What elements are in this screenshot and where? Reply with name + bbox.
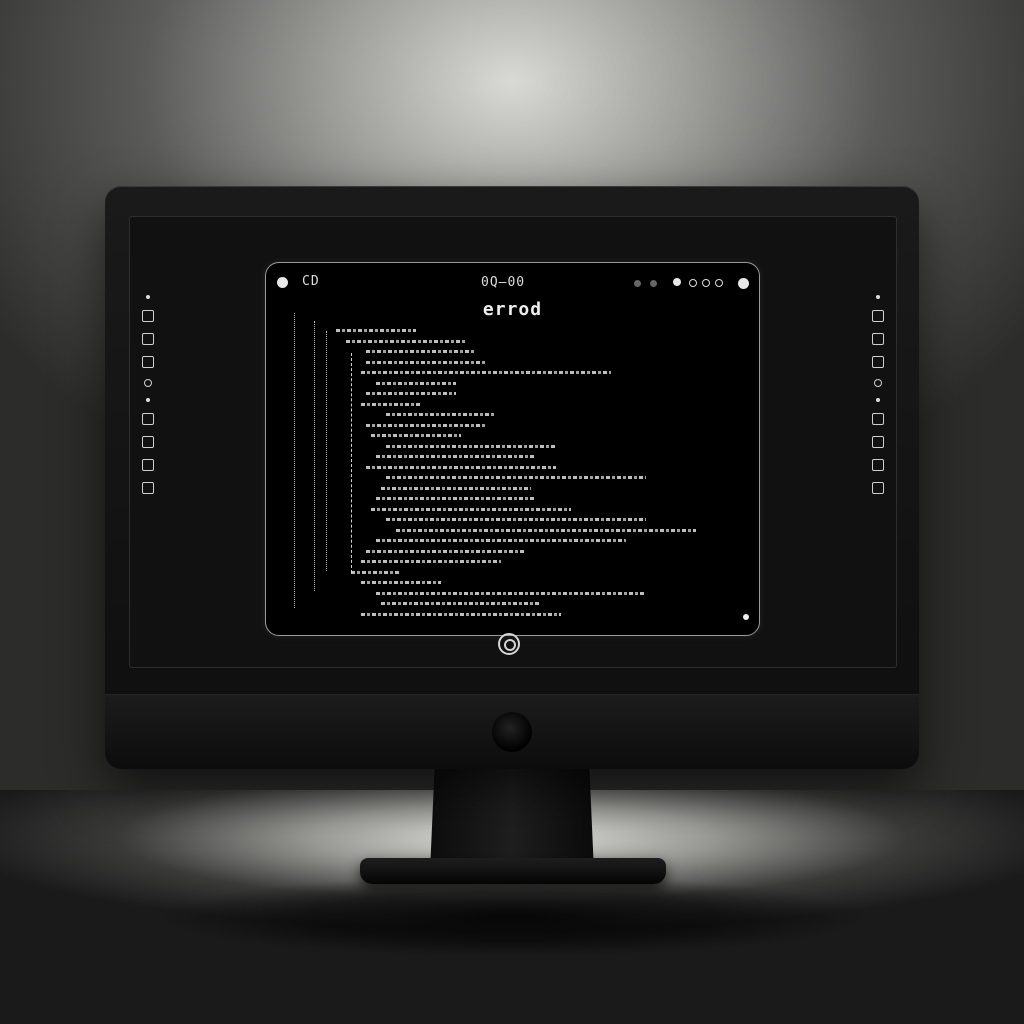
- doc-icon[interactable]: [872, 333, 884, 345]
- left-sidebar: [138, 287, 158, 505]
- dot-icon[interactable]: [876, 295, 880, 299]
- edit-icon[interactable]: [142, 459, 154, 471]
- screen: CD 0Q—00 errod: [129, 216, 897, 668]
- close-icon[interactable]: [277, 277, 288, 288]
- dot-icon[interactable]: [146, 295, 150, 299]
- info-icon[interactable]: [142, 436, 154, 448]
- code-line: [366, 360, 486, 364]
- code-line: [376, 455, 536, 458]
- code-line: [336, 329, 416, 332]
- code-line: [376, 591, 646, 595]
- code-line: [346, 339, 466, 343]
- code-line: [386, 444, 556, 448]
- info-icon[interactable]: [872, 436, 884, 448]
- code-line: [366, 392, 456, 395]
- settings-icon[interactable]: [142, 413, 154, 425]
- code-line: [361, 402, 421, 406]
- monitor-stand-neck: [430, 760, 594, 872]
- home-button-icon[interactable]: [498, 633, 520, 655]
- code-line: [366, 465, 556, 469]
- monitor: CD 0Q—00 errod: [105, 186, 919, 769]
- doc-icon[interactable]: [142, 356, 154, 368]
- line-gutter: [314, 321, 317, 591]
- code-line: [376, 381, 456, 385]
- doc-icon[interactable]: [872, 310, 884, 322]
- code-line: [381, 486, 531, 490]
- code-line: [361, 371, 611, 374]
- monitor-chin: [105, 694, 919, 769]
- code-line: [366, 350, 476, 353]
- corner-dot-icon: [743, 614, 749, 620]
- code-line: [386, 518, 646, 521]
- maximize-icon[interactable]: [738, 278, 749, 289]
- settings-icon[interactable]: [872, 413, 884, 425]
- window-title: errod: [482, 299, 543, 320]
- indicator-icon: [650, 280, 657, 287]
- option-icon[interactable]: [689, 279, 697, 287]
- doc-icon[interactable]: [142, 310, 154, 322]
- code-line: [351, 570, 401, 574]
- status-icon[interactable]: [673, 278, 681, 286]
- code-line: [361, 581, 441, 584]
- circle-icon[interactable]: [144, 379, 152, 387]
- monitor-stand-base: [360, 858, 666, 884]
- window-center-glyph: 0Q—00: [481, 275, 526, 290]
- folder-icon[interactable]: [142, 482, 154, 494]
- dot-icon[interactable]: [876, 398, 880, 402]
- option-icon[interactable]: [715, 279, 723, 287]
- option-icon[interactable]: [702, 279, 710, 287]
- code-line: [371, 507, 571, 511]
- floor-shadow: [40, 870, 984, 1024]
- window-left-glyph: CD: [302, 274, 320, 289]
- dot-icon[interactable]: [146, 398, 150, 402]
- line-gutter: [294, 313, 297, 608]
- code-line: [366, 423, 486, 427]
- circle-icon[interactable]: [874, 379, 882, 387]
- code-line: [381, 602, 541, 605]
- folder-icon[interactable]: [872, 482, 884, 494]
- code-line: [361, 560, 501, 563]
- code-line: [376, 539, 626, 542]
- edit-icon[interactable]: [872, 459, 884, 471]
- code-indent-guide: [351, 353, 352, 573]
- code-window[interactable]: CD 0Q—00 errod: [265, 262, 760, 636]
- camera-icon: [492, 712, 532, 752]
- line-gutter: [326, 331, 329, 571]
- code-line: [371, 434, 461, 437]
- code-line: [376, 497, 536, 500]
- code-line: [366, 549, 526, 553]
- code-line: [386, 476, 646, 479]
- code-line: [386, 413, 496, 416]
- code-line: [396, 528, 696, 532]
- code-line: [361, 612, 561, 616]
- doc-icon[interactable]: [142, 333, 154, 345]
- doc-icon[interactable]: [872, 356, 884, 368]
- right-sidebar: [868, 287, 888, 505]
- indicator-icon: [634, 280, 641, 287]
